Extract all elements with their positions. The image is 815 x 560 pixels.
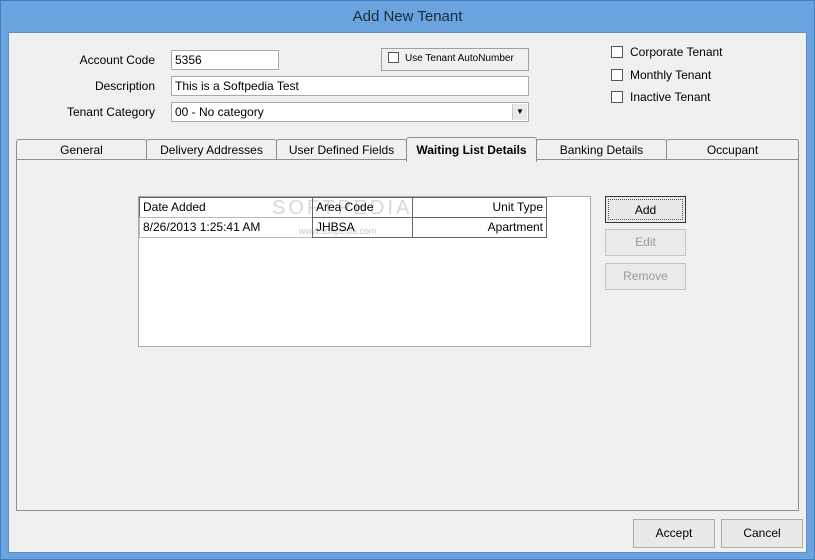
tab-strip: General Delivery Addresses User Defined …: [16, 137, 799, 162]
tab-banking-details[interactable]: Banking Details: [536, 139, 667, 161]
tab-user-defined-fields[interactable]: User Defined Fields: [276, 139, 407, 161]
account-code-label: Account Code: [79, 53, 155, 67]
inactive-tenant-checkbox[interactable]: Inactive Tenant: [611, 90, 711, 104]
table-row-area-code[interactable]: JHBSA: [312, 217, 413, 238]
tab-occupant[interactable]: Occupant: [666, 139, 799, 161]
monthly-tenant-checkbox[interactable]: Monthly Tenant: [611, 68, 711, 82]
cancel-button[interactable]: Cancel: [721, 519, 803, 548]
checkbox-icon: [611, 46, 623, 58]
add-button-label: Add: [608, 199, 683, 220]
autonumber-label: Use Tenant AutoNumber: [405, 53, 514, 64]
account-code-input[interactable]: 5356: [171, 50, 279, 70]
description-input[interactable]: This is a Softpedia Test: [171, 76, 529, 96]
column-header-date-added[interactable]: Date Added: [139, 197, 313, 218]
waiting-list-panel: SOFTPEDIA www.softpedia.com Date Added A…: [16, 159, 799, 511]
tab-general[interactable]: General: [16, 139, 147, 161]
tenant-category-label: Tenant Category: [66, 105, 155, 119]
corporate-tenant-label: Corporate Tenant: [630, 45, 723, 59]
waiting-list-grid[interactable]: SOFTPEDIA www.softpedia.com Date Added A…: [138, 196, 591, 347]
inactive-tenant-label: Inactive Tenant: [630, 90, 711, 104]
chevron-down-icon[interactable]: ▼: [512, 104, 527, 120]
monthly-tenant-label: Monthly Tenant: [630, 68, 712, 82]
tab-waiting-list-details[interactable]: Waiting List Details: [406, 137, 537, 162]
window-title: Add New Tenant: [352, 8, 463, 25]
tenant-category-select[interactable]: 00 - No category ▼: [171, 102, 529, 122]
description-label: Description: [94, 79, 155, 93]
checkbox-icon: [388, 52, 399, 63]
table-row-date-added[interactable]: 8/26/2013 1:25:41 AM: [139, 217, 313, 238]
remove-button[interactable]: Remove: [605, 263, 686, 290]
column-header-unit-type[interactable]: Unit Type: [412, 197, 547, 218]
add-button[interactable]: Add: [605, 196, 686, 223]
dialog-client-area: Account Code 5356 Description This is a …: [8, 32, 807, 553]
corporate-tenant-checkbox[interactable]: Corporate Tenant: [611, 45, 723, 59]
accept-button[interactable]: Accept: [633, 519, 715, 548]
column-header-area-code[interactable]: Area Code: [312, 197, 413, 218]
tenant-category-value: 00 - No category: [175, 105, 264, 119]
add-new-tenant-window: Add New Tenant Account Code 5356 Descrip…: [0, 0, 815, 560]
checkbox-icon: [611, 91, 623, 103]
table-row-unit-type[interactable]: Apartment: [412, 217, 547, 238]
checkbox-icon: [611, 69, 623, 81]
tab-delivery-addresses[interactable]: Delivery Addresses: [146, 139, 277, 161]
autonumber-checkbox[interactable]: Use Tenant AutoNumber: [381, 48, 529, 71]
edit-button[interactable]: Edit: [605, 229, 686, 256]
